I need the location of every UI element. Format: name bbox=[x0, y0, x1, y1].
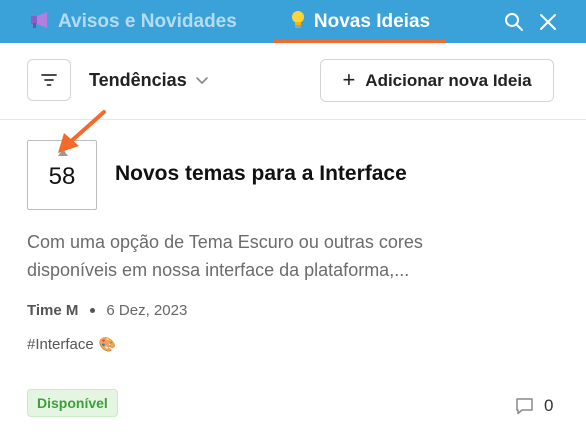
comment-icon bbox=[516, 398, 533, 415]
separator-dot bbox=[90, 308, 96, 313]
comment-count: 0 bbox=[544, 396, 554, 415]
sort-dropdown[interactable]: Tendências bbox=[89, 59, 209, 101]
status-label: Disponível bbox=[37, 395, 108, 411]
vote-count: 58 bbox=[48, 163, 76, 190]
comments-button[interactable]: 0 bbox=[515, 396, 553, 416]
idea-tag[interactable]: #Interface 🎨 bbox=[27, 336, 116, 353]
lightbulb-icon bbox=[290, 10, 306, 33]
idea-date: 6 Dez, 2023 bbox=[106, 302, 188, 319]
idea-author: Time M bbox=[27, 302, 79, 319]
search-button[interactable] bbox=[502, 10, 526, 34]
idea-tag-label: #Interface bbox=[27, 336, 94, 353]
status-badge: Disponível bbox=[27, 389, 118, 417]
close-button[interactable] bbox=[536, 10, 560, 34]
idea-meta: Time M 6 Dez, 2023 bbox=[27, 302, 187, 319]
search-icon bbox=[505, 12, 523, 31]
filter-icon bbox=[41, 74, 57, 86]
close-icon bbox=[540, 13, 556, 30]
annotation-arrow-icon bbox=[58, 110, 106, 153]
tab-announcements[interactable]: Avisos e Novidades bbox=[30, 0, 237, 43]
sort-label: Tendências bbox=[89, 69, 187, 90]
top-tab-bar: Avisos e Novidades Novas Ideias bbox=[0, 0, 586, 43]
plus-icon: + bbox=[342, 66, 356, 92]
add-idea-label: Adicionar nova Ideia bbox=[365, 70, 532, 90]
tab-announcements-label: Avisos e Novidades bbox=[58, 10, 237, 32]
add-idea-button[interactable]: + Adicionar nova Ideia bbox=[320, 59, 554, 102]
tab-new-ideas-label: Novas Ideias bbox=[313, 10, 431, 32]
chevron-down-icon bbox=[195, 77, 208, 84]
palette-icon: 🎨 bbox=[98, 336, 117, 352]
megaphone-icon bbox=[30, 11, 50, 32]
tab-new-ideas[interactable]: Novas Ideias bbox=[274, 0, 446, 43]
filter-button[interactable] bbox=[27, 59, 71, 101]
idea-title[interactable]: Novos temas para a Interface bbox=[115, 162, 407, 186]
idea-description: Com uma opção de Tema Escuro ou outras c… bbox=[27, 232, 423, 280]
